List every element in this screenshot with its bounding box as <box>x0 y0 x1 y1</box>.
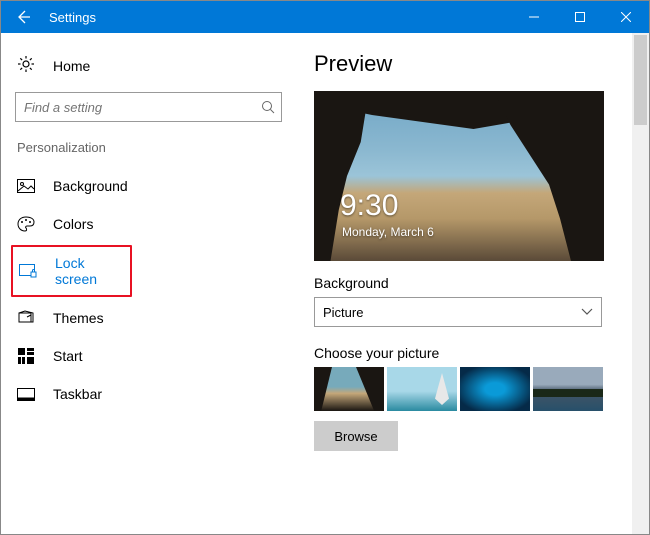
close-icon <box>621 12 631 22</box>
sidebar-item-label: Background <box>53 178 128 194</box>
sidebar-item-taskbar[interactable]: Taskbar <box>15 375 282 413</box>
background-label: Background <box>314 275 635 291</box>
preview-date: Monday, March 6 <box>342 225 434 239</box>
search-box[interactable] <box>15 92 282 122</box>
picture-icon <box>17 177 35 195</box>
section-label: Personalization <box>15 140 282 155</box>
sidebar-item-label: Lock screen <box>55 255 128 287</box>
sidebar: Home Personalization Background Colors <box>1 33 296 534</box>
preview-heading: Preview <box>314 51 635 77</box>
taskbar-icon <box>17 385 35 403</box>
scrollbar-thumb[interactable] <box>634 35 647 125</box>
home-label: Home <box>53 58 90 74</box>
sidebar-item-label: Taskbar <box>53 386 102 402</box>
scrollbar[interactable] <box>632 33 649 534</box>
sidebar-item-home[interactable]: Home <box>15 51 282 92</box>
choose-picture-label: Choose your picture <box>314 345 635 361</box>
window-controls <box>511 1 649 33</box>
start-icon <box>17 347 35 365</box>
sidebar-item-themes[interactable]: Themes <box>15 299 282 337</box>
back-button[interactable] <box>1 1 45 33</box>
search-input[interactable] <box>24 100 261 115</box>
preview-time: 9:30 <box>340 189 398 223</box>
close-button[interactable] <box>603 1 649 33</box>
gear-icon <box>17 55 35 76</box>
search-icon <box>261 100 275 114</box>
sidebar-item-label: Themes <box>53 310 104 326</box>
sidebar-item-label: Colors <box>53 216 93 232</box>
themes-icon <box>17 309 35 327</box>
lock-screen-preview: 9:30 Monday, March 6 <box>314 91 604 261</box>
minimize-button[interactable] <box>511 1 557 33</box>
picture-thumbnail[interactable] <box>460 367 530 411</box>
dropdown-value: Picture <box>323 305 581 320</box>
maximize-icon <box>575 12 585 22</box>
sidebar-item-background[interactable]: Background <box>15 167 282 205</box>
highlight-box: Lock screen <box>11 245 132 297</box>
sidebar-item-lock-screen[interactable]: Lock screen <box>17 249 130 293</box>
sidebar-item-start[interactable]: Start <box>15 337 282 375</box>
maximize-button[interactable] <box>557 1 603 33</box>
chevron-down-icon <box>581 308 593 316</box>
picture-thumbnails <box>314 367 635 411</box>
picture-thumbnail[interactable] <box>314 367 384 411</box>
arrow-left-icon <box>14 8 32 26</box>
browse-button[interactable]: Browse <box>314 421 398 451</box>
palette-icon <box>17 215 35 233</box>
sidebar-item-colors[interactable]: Colors <box>15 205 282 243</box>
lock-screen-icon <box>19 262 37 280</box>
content: Home Personalization Background Colors <box>1 33 649 534</box>
sidebar-item-label: Start <box>53 348 83 364</box>
picture-thumbnail[interactable] <box>533 367 603 411</box>
window-title: Settings <box>45 10 511 25</box>
titlebar: Settings <box>1 1 649 33</box>
picture-thumbnail[interactable] <box>387 367 457 411</box>
minimize-icon <box>529 12 539 22</box>
background-dropdown[interactable]: Picture <box>314 297 602 327</box>
main-panel: Preview 9:30 Monday, March 6 Background … <box>296 33 649 534</box>
